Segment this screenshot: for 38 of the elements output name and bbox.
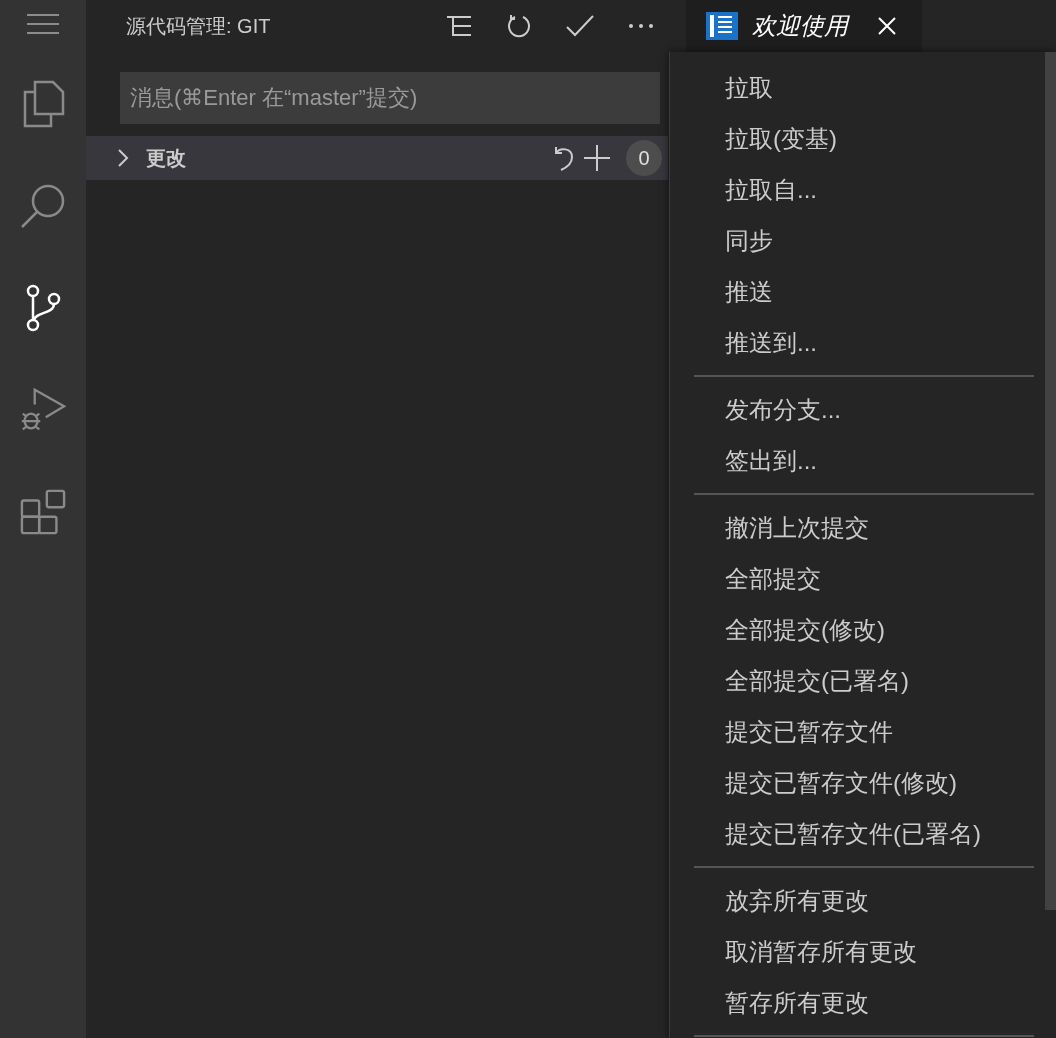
menu-item[interactable]: 拉取 bbox=[694, 62, 1034, 113]
menu-item[interactable]: 全部提交(修改) bbox=[694, 604, 1034, 655]
extensions-icon[interactable] bbox=[20, 488, 66, 536]
menu-item[interactable]: 放弃所有更改 bbox=[694, 875, 1034, 926]
plus-icon[interactable] bbox=[584, 145, 610, 171]
menu-item[interactable]: 提交已暂存文件 bbox=[694, 706, 1034, 757]
more-icon[interactable] bbox=[628, 23, 654, 29]
menu-icon[interactable] bbox=[26, 12, 60, 36]
checkmark-icon[interactable] bbox=[566, 15, 594, 37]
tab-title: 欢迎使用 bbox=[752, 11, 848, 41]
menu-item[interactable]: 推送到... bbox=[694, 317, 1034, 368]
search-icon[interactable] bbox=[20, 182, 66, 230]
document-icon bbox=[706, 12, 738, 40]
menu-item[interactable]: 全部提交 bbox=[694, 553, 1034, 604]
menu-item[interactable]: 提交已暂存文件(已署名) bbox=[694, 808, 1034, 859]
menu-item[interactable]: 撤消上次提交 bbox=[694, 502, 1034, 553]
menu-item[interactable]: 全部提交(已署名) bbox=[694, 655, 1034, 706]
menu-item[interactable]: 拉取(变基) bbox=[694, 113, 1034, 164]
menu-item[interactable]: 发布分支... bbox=[694, 384, 1034, 435]
scrollbar-thumb[interactable] bbox=[1045, 52, 1056, 910]
menu-item[interactable]: 拉取自... bbox=[694, 164, 1034, 215]
menu-item[interactable]: 同步 bbox=[694, 215, 1034, 266]
discard-icon[interactable] bbox=[552, 145, 574, 171]
change-count-badge: 0 bbox=[626, 140, 662, 176]
menu-item[interactable]: 取消暂存所有更改 bbox=[694, 926, 1034, 977]
close-icon[interactable] bbox=[878, 17, 896, 35]
commit-message-field[interactable]: 消息(⌘Enter 在“master”提交) bbox=[120, 72, 660, 124]
changes-section-header[interactable]: 更改 0 bbox=[86, 136, 668, 180]
menu-item[interactable]: 推送 bbox=[694, 266, 1034, 317]
menu-item[interactable]: 签出到... bbox=[694, 435, 1034, 486]
changes-label: 更改 bbox=[146, 146, 186, 171]
refresh-icon[interactable] bbox=[506, 13, 532, 39]
menu-item[interactable]: 暂存所有更改 bbox=[694, 977, 1034, 1028]
chevron-right-icon[interactable] bbox=[116, 148, 130, 168]
sidebar-title: 源代码管理: GIT bbox=[126, 14, 271, 39]
tree-view-icon[interactable] bbox=[446, 14, 472, 38]
menu-item[interactable]: 提交已暂存文件(修改) bbox=[694, 757, 1034, 808]
editor-tab[interactable]: 欢迎使用 bbox=[686, 0, 922, 52]
